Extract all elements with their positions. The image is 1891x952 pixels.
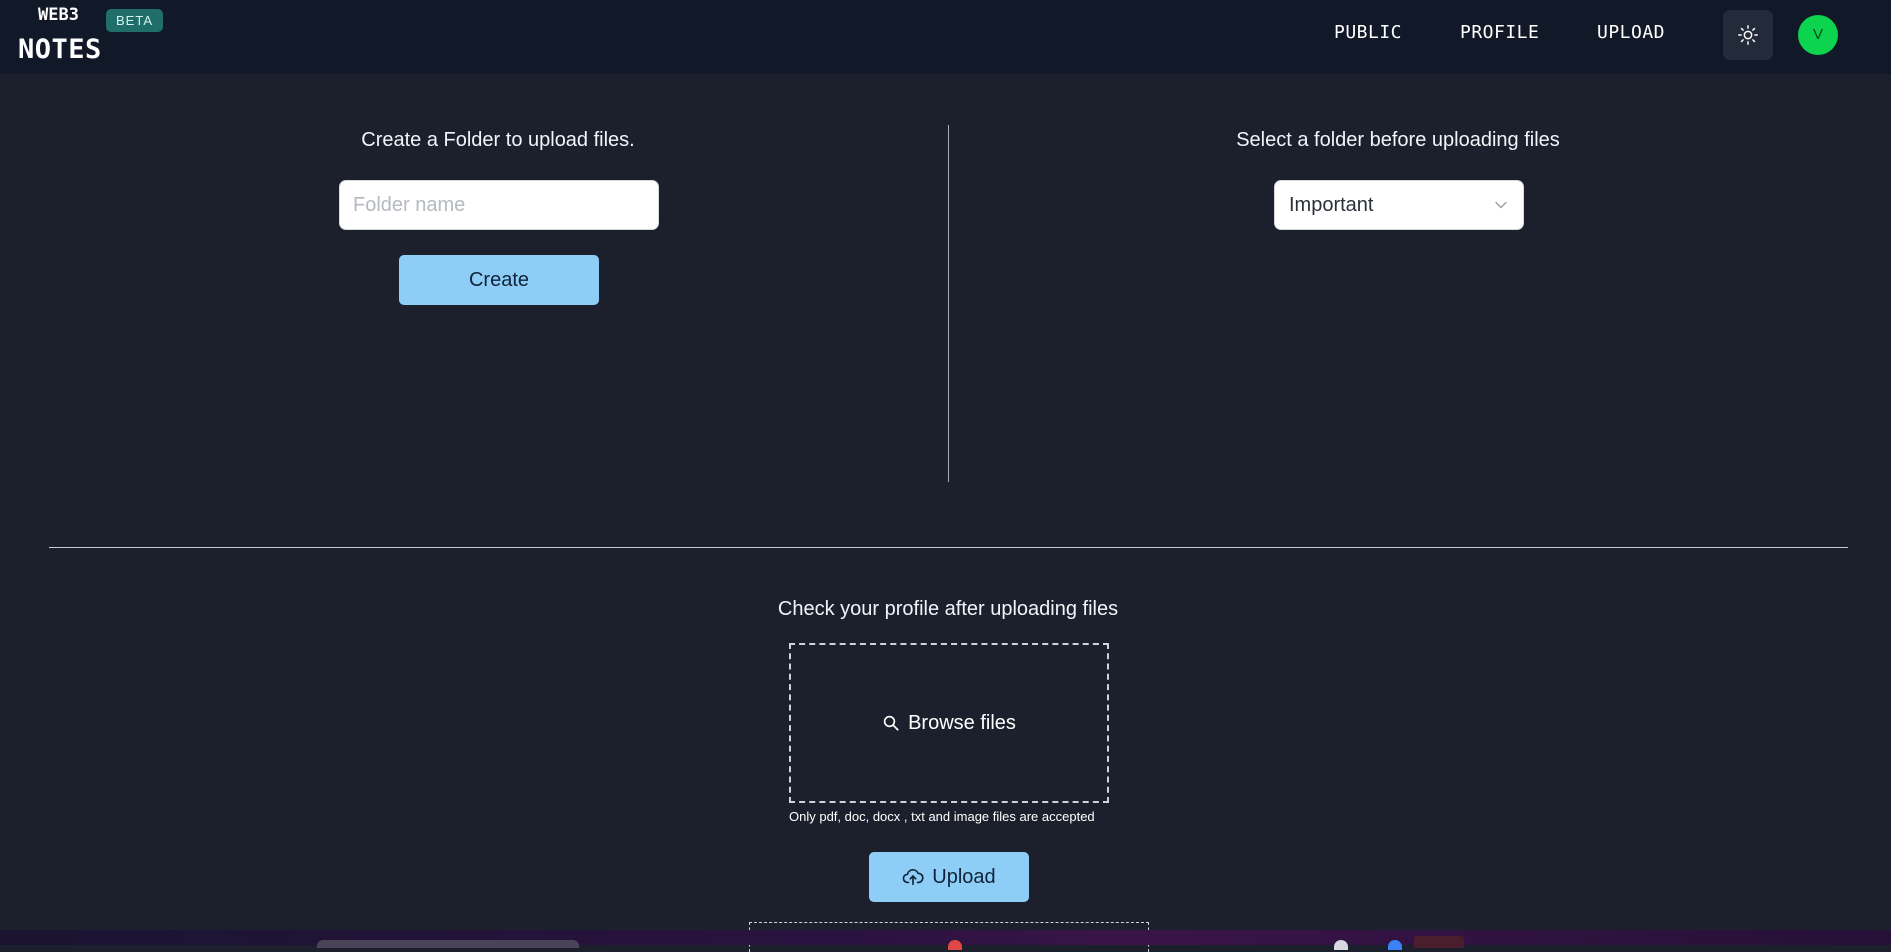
folder-select-value: Important: [1289, 193, 1374, 216]
cloud-upload-icon: [902, 869, 924, 886]
folder-select[interactable]: Important: [1274, 180, 1524, 230]
taskbar-search[interactable]: [317, 940, 579, 948]
nav-upload[interactable]: UPLOAD: [1597, 22, 1665, 43]
create-folder-button[interactable]: Create: [399, 255, 599, 305]
taskbar-app-icon[interactable]: [1388, 940, 1402, 950]
taskbar-app-icon[interactable]: [948, 940, 962, 950]
taskbar-app-icon[interactable]: [1334, 940, 1348, 950]
taskbar-app-icon[interactable]: [1414, 936, 1464, 948]
file-dropzone[interactable]: Browse files: [789, 643, 1109, 803]
nav-public[interactable]: PUBLIC: [1334, 22, 1402, 43]
upload-heading: Check your profile after uploading files: [777, 598, 1119, 620]
theme-toggle-button[interactable]: [1723, 10, 1773, 60]
folder-name-input[interactable]: [339, 180, 659, 230]
accepted-files-hint: Only pdf, doc, docx , txt and image file…: [789, 809, 1095, 824]
create-folder-heading: Create a Folder to upload files.: [361, 129, 635, 151]
brand-title-small: WEB3: [38, 5, 79, 25]
brand-title-big: NOTES: [18, 34, 102, 65]
select-folder-heading: Select a folder before uploading files: [1236, 129, 1560, 151]
upload-button-label: Upload: [932, 865, 996, 888]
upload-button[interactable]: Upload: [869, 852, 1029, 902]
browse-files-label: Browse files: [908, 711, 1016, 734]
sun-icon: [1738, 25, 1758, 45]
chevron-down-icon: [1495, 201, 1507, 209]
avatar[interactable]: V: [1798, 15, 1838, 55]
search-icon: [883, 715, 899, 731]
nav-profile[interactable]: PROFILE: [1460, 22, 1539, 43]
top-navbar: WEB3 NOTES BETA PUBLIC PROFILE UPLOAD V: [0, 0, 1891, 74]
os-taskbar: [0, 930, 1891, 950]
beta-badge: BETA: [106, 9, 163, 32]
horizontal-divider: [49, 547, 1848, 548]
vertical-divider: [948, 125, 949, 482]
browse-files-trigger[interactable]: Browse files: [882, 712, 1016, 735]
